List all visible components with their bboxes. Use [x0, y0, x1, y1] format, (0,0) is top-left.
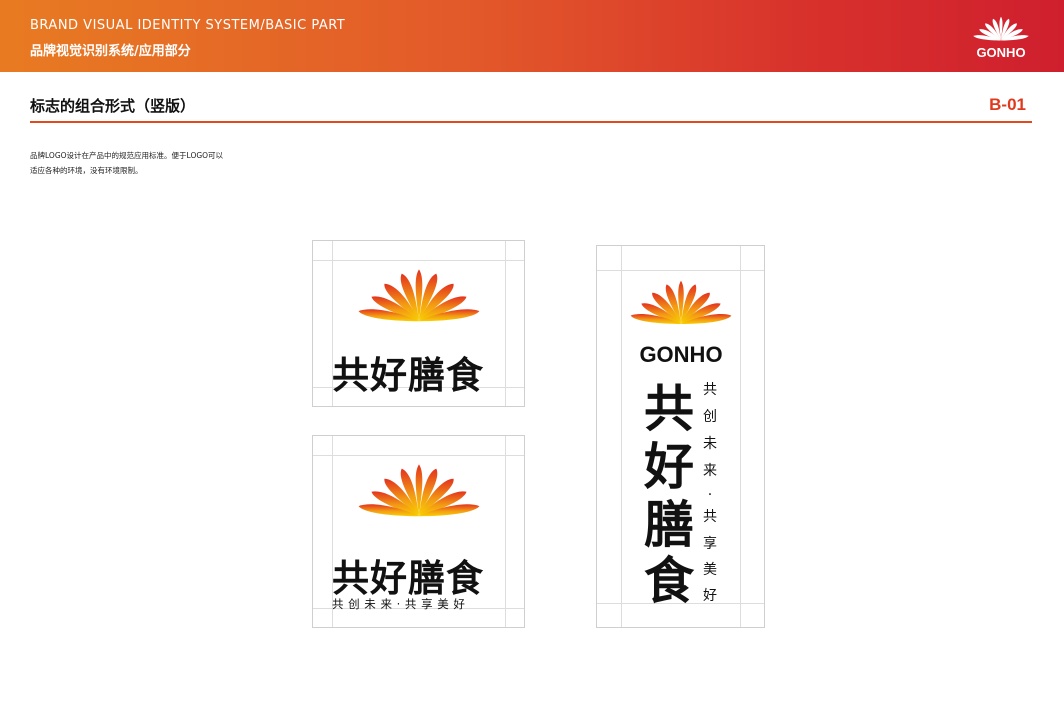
gonho-logo-icon	[973, 16, 1029, 41]
header-logo-text: GONHO	[976, 45, 1026, 60]
slogan-char: 共	[703, 382, 717, 398]
page-code: B-01	[989, 95, 1026, 114]
slogan-char: 未	[703, 436, 717, 452]
description-line-1: 品牌LOGO设计在产品中的规范应用标准。便于LOGO可以	[30, 151, 224, 160]
guide-line	[505, 436, 506, 627]
slogan-char: 共	[703, 509, 717, 525]
slogan-char: 来	[703, 463, 717, 479]
brand-name-cn: 共好膳食	[332, 354, 484, 397]
brand-name-char: 食	[644, 552, 694, 610]
slogan-char: ·	[707, 487, 713, 503]
description-line-2: 适应各种的环境，没有环境限制。	[30, 166, 143, 175]
brand-name-cn: 共好膳食	[332, 557, 484, 600]
header-title-en: BRAND VISUAL IDENTITY SYSTEM/BASIC PART	[30, 18, 346, 33]
brand-slogan: 共 创 未 来 · 共 享 美 好	[332, 597, 466, 611]
logo-frame-horizontal-slogan: 共好膳食 共 创 未 来 · 共 享 美 好	[312, 435, 525, 628]
slogan-char: 美	[703, 562, 717, 578]
slogan-char: 创	[703, 409, 717, 425]
brand-name-char: 好	[644, 438, 694, 496]
section-title: 标志的组合形式（竖版）	[30, 97, 196, 115]
sunburst-mark-icon	[358, 269, 480, 322]
slogan-char: 好	[703, 588, 717, 604]
guide-line	[505, 241, 506, 406]
logo-frame-vertical: GONHO 共 好 膳 食 共 创 未 来 · 共 享 美 好	[596, 245, 765, 628]
section-divider	[30, 121, 1032, 123]
header-title-cn: 品牌视觉识别系统/应用部分	[30, 44, 191, 59]
brand-name-char: 共	[644, 380, 694, 438]
sunburst-mark-icon	[358, 464, 480, 517]
brand-name-en: GONHO	[639, 342, 723, 367]
logo-frame-horizontal: 共好膳食	[312, 240, 525, 407]
header-banner: BRAND VISUAL IDENTITY SYSTEM/BASIC PART …	[0, 0, 1064, 72]
brand-name-char: 膳	[644, 496, 694, 554]
slogan-char: 享	[703, 536, 717, 552]
sunburst-mark-icon	[630, 280, 732, 324]
